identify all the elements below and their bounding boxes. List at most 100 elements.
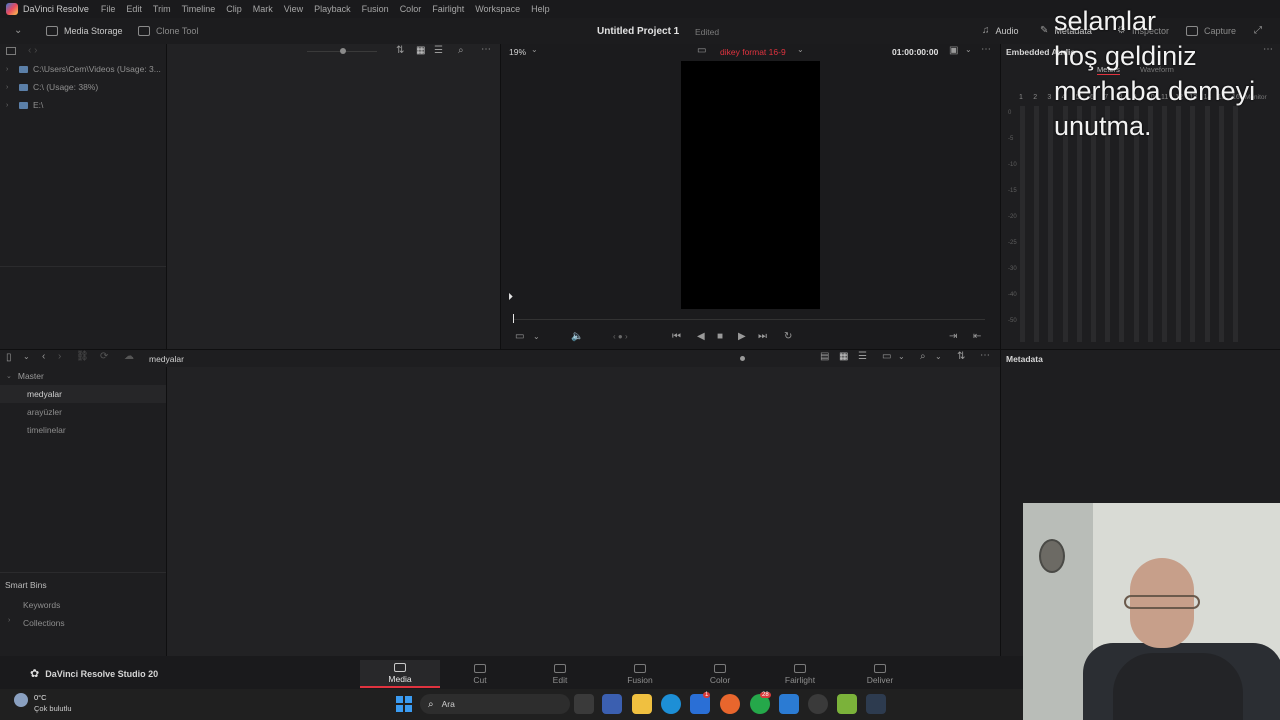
- metadata-view-icon[interactable]: ▤: [820, 352, 829, 362]
- page-tab-cut[interactable]: Cut: [440, 660, 520, 688]
- mark-in-icon[interactable]: ⇥: [949, 332, 957, 342]
- menu-mark[interactable]: Mark: [253, 4, 273, 14]
- menu-playback[interactable]: Playback: [314, 4, 351, 14]
- menu-help[interactable]: Help: [531, 4, 550, 14]
- bin-item[interactable]: timelinelar: [0, 421, 166, 439]
- chevron-down-icon[interactable]: ⌄: [533, 333, 540, 341]
- chevron-down-icon[interactable]: ⌄: [935, 353, 942, 361]
- smart-bin-collections[interactable]: Collections: [23, 618, 65, 628]
- windows-start-icon[interactable]: [396, 696, 412, 712]
- menu-workspace[interactable]: Workspace: [475, 4, 520, 14]
- nav-back-icon[interactable]: ‹ ›: [28, 46, 37, 56]
- media-pool-content[interactable]: [167, 367, 1000, 656]
- menu-edit[interactable]: Edit: [126, 4, 142, 14]
- thumbnail-toggle-icon[interactable]: ▭: [882, 352, 891, 362]
- menu-timeline[interactable]: Timeline: [182, 4, 216, 14]
- search-icon[interactable]: ⌕: [920, 352, 926, 362]
- menu-fusion[interactable]: Fusion: [362, 4, 389, 14]
- drive-item[interactable]: › E:\: [0, 96, 166, 114]
- timecode[interactable]: 01:00:00:00: [892, 47, 938, 57]
- stop-icon[interactable]: ■: [717, 332, 723, 342]
- menu-file[interactable]: File: [101, 4, 116, 14]
- mark-out-icon[interactable]: ⇤: [973, 332, 981, 342]
- viewer-scrubber[interactable]: [513, 319, 985, 320]
- sort-icon[interactable]: ⇅: [396, 46, 404, 56]
- drive-item[interactable]: › C:\ (Usage: 38%): [0, 78, 166, 96]
- audio-button[interactable]: ♫ Audio: [982, 26, 1019, 37]
- grid-view-icon[interactable]: ▦: [416, 46, 425, 56]
- more-options-icon[interactable]: ⋯: [481, 45, 491, 55]
- menu-trim[interactable]: Trim: [153, 4, 171, 14]
- search-icon[interactable]: ⌕: [458, 46, 464, 56]
- weather-icon[interactable]: [14, 693, 28, 707]
- file-explorer-icon[interactable]: [632, 694, 652, 714]
- edge-icon[interactable]: [661, 694, 681, 714]
- jog-icon[interactable]: ‹ ● ›: [613, 333, 628, 341]
- chevron-down-icon[interactable]: ⌄: [531, 46, 538, 54]
- volume-icon[interactable]: 🔈: [571, 332, 583, 342]
- scrubber-playhead[interactable]: [513, 314, 514, 323]
- meter-db-mark: -50: [1008, 318, 1017, 324]
- media-storage-button[interactable]: Media Storage: [46, 26, 123, 36]
- menu-fairlight[interactable]: Fairlight: [432, 4, 464, 14]
- page-tab-deliver[interactable]: Deliver: [840, 660, 920, 688]
- cloud-icon[interactable]: ☁: [124, 352, 134, 362]
- thumbnail-size-slider[interactable]: [740, 356, 745, 361]
- page-tab-media[interactable]: Media: [360, 660, 440, 688]
- davinci-taskbar-icon[interactable]: [866, 694, 886, 714]
- more-options-icon[interactable]: ⋯: [980, 351, 990, 361]
- safe-area-icon[interactable]: ▭: [515, 332, 524, 342]
- page-tab-fusion[interactable]: Fusion: [600, 660, 680, 688]
- link-icon[interactable]: ⛓: [76, 352, 89, 362]
- master-bin[interactable]: ⌄ Master: [0, 367, 166, 385]
- clone-tool-button[interactable]: Clone Tool: [138, 26, 198, 36]
- drive-item[interactable]: › C:\Users\Cem\Videos (Usage: 3...: [0, 60, 166, 78]
- page-tab-color[interactable]: Color: [680, 660, 760, 688]
- monitor-icon[interactable]: ▣: [949, 46, 958, 56]
- app-icon[interactable]: [837, 694, 857, 714]
- chevron-down-icon[interactable]: ⌄: [965, 46, 972, 54]
- menu-view[interactable]: View: [284, 4, 303, 14]
- menu-app-name[interactable]: DaVinci Resolve: [23, 4, 89, 14]
- expand-caret-icon[interactable]: ›: [8, 617, 10, 624]
- chevron-down-icon[interactable]: ⌄: [23, 353, 30, 361]
- smart-bin-keywords[interactable]: Keywords: [23, 600, 60, 610]
- page-tab-fairlight[interactable]: Fairlight: [760, 660, 840, 688]
- task-view-icon[interactable]: [574, 694, 594, 714]
- list-view-icon[interactable]: ☰: [434, 46, 443, 56]
- chevron-down-icon[interactable]: ⌄: [797, 46, 804, 54]
- menu-color[interactable]: Color: [400, 4, 422, 14]
- menu-clip[interactable]: Clip: [226, 4, 242, 14]
- firefox-icon[interactable]: [720, 694, 740, 714]
- page-tab-edit[interactable]: Edit: [520, 660, 600, 688]
- copilot-icon[interactable]: [602, 694, 622, 714]
- panel-toggle-icon[interactable]: ⌄: [14, 26, 22, 36]
- sidebar-toggle-icon[interactable]: ▯: [6, 353, 12, 363]
- timeline-name[interactable]: dikey format 16-9: [720, 47, 786, 57]
- app-icon[interactable]: [779, 694, 799, 714]
- viewer-mode-icon[interactable]: ▭: [697, 46, 706, 56]
- grid-view-icon[interactable]: ▦: [839, 352, 848, 362]
- skip-start-icon[interactable]: ⏮: [672, 332, 681, 342]
- playhead-marker-icon[interactable]: ⏵: [508, 292, 513, 303]
- skip-end-icon[interactable]: ⏭: [758, 332, 767, 342]
- sync-icon[interactable]: ⟳: [100, 352, 108, 362]
- sort-icon[interactable]: ⇅: [957, 352, 965, 362]
- play-icon[interactable]: ▶: [738, 332, 746, 342]
- zoom-level[interactable]: 19%: [509, 47, 526, 57]
- bin-item[interactable]: medyalar: [0, 385, 166, 403]
- video-frame[interactable]: [681, 61, 820, 309]
- list-view-icon[interactable]: ☰: [858, 352, 867, 362]
- nav-forward-icon[interactable]: ›: [58, 352, 61, 362]
- taskbar-search-box[interactable]: ⌕ Ara: [420, 694, 570, 714]
- slider-handle[interactable]: [340, 48, 346, 54]
- sidebar-toggle-icon[interactable]: [6, 47, 16, 55]
- chevron-down-icon[interactable]: ⌄: [898, 353, 905, 361]
- app-icon[interactable]: [808, 694, 828, 714]
- play-reverse-icon[interactable]: ◀: [697, 332, 705, 342]
- nav-back-icon[interactable]: ‹: [42, 352, 45, 362]
- bin-item[interactable]: arayüzler: [0, 403, 166, 421]
- smart-bins-heading: Smart Bins: [5, 580, 47, 590]
- loop-icon[interactable]: ↻: [784, 332, 792, 342]
- more-options-icon[interactable]: ⋯: [981, 45, 991, 55]
